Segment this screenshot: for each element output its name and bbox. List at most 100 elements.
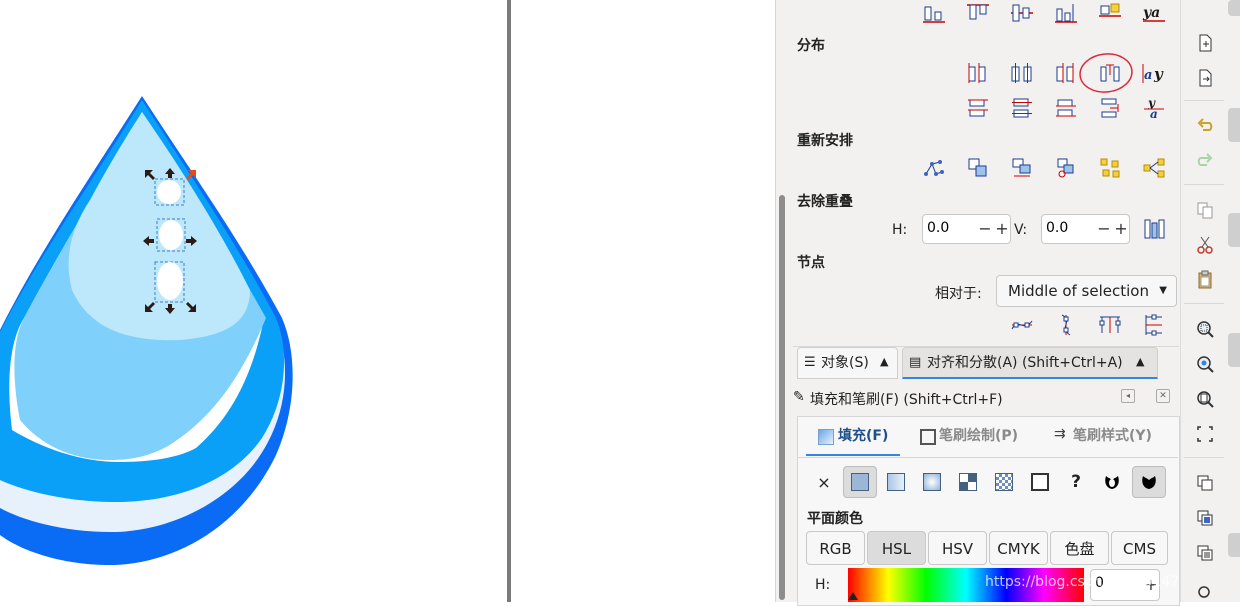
- no-paint-button[interactable]: ×: [807, 466, 841, 498]
- align-nodes-vertical-icon[interactable]: [1053, 312, 1079, 338]
- tab-objects-label: 对象(S): [821, 355, 869, 371]
- mesh-gradient-button[interactable]: [951, 466, 985, 498]
- paste-icon[interactable]: [1192, 267, 1218, 293]
- graph-layout-icon[interactable]: [921, 155, 947, 181]
- distribute-label: 分布: [797, 38, 825, 54]
- toolbar-edge-tab: [1228, 108, 1240, 142]
- toolbar-edge-tab: [1228, 0, 1240, 16]
- distribute-gaps-vertical-icon[interactable]: [1097, 95, 1123, 121]
- exchange-positions-icon[interactable]: [965, 155, 991, 181]
- rearrange-label: 重新安排: [797, 133, 853, 149]
- tab-stroke-paint[interactable]: 笔刷绘制(P): [939, 420, 1018, 452]
- stroke-paint-icon: [920, 429, 936, 445]
- relative-to-label: 相对于:: [935, 286, 982, 302]
- redo-icon[interactable]: [1192, 148, 1218, 174]
- panel-float-icon[interactable]: ◂: [1121, 389, 1135, 403]
- annotation-red-circle: [1079, 53, 1133, 93]
- fill-rule-evenodd-button[interactable]: [1095, 466, 1129, 498]
- overlap-h-decrement[interactable]: −: [978, 218, 992, 240]
- overlap-v-label: V:: [1014, 222, 1028, 238]
- clone-icon[interactable]: [1192, 505, 1218, 531]
- import-icon[interactable]: [1192, 30, 1218, 56]
- zoom-page-width-icon[interactable]: [1192, 421, 1218, 447]
- tab-fill[interactable]: 填充(F): [838, 420, 888, 452]
- align-bottom-icon[interactable]: [921, 0, 947, 26]
- export-icon[interactable]: [1192, 65, 1218, 91]
- canvas-page-border: [507, 0, 511, 602]
- overlap-h-increment[interactable]: +: [995, 218, 1009, 240]
- water-drop-drawing[interactable]: [0, 0, 510, 602]
- randomize-positions-icon[interactable]: [1097, 155, 1123, 181]
- toolbar-edge-tab: [1228, 333, 1240, 367]
- toolbar-separator: [1184, 457, 1224, 458]
- overlap-h-input[interactable]: [925, 219, 979, 237]
- objects-icon: ☰: [804, 355, 816, 370]
- nodes-label: 节点: [797, 255, 825, 271]
- swatch-button[interactable]: [1023, 466, 1057, 498]
- unlink-clone-icon[interactable]: [1192, 540, 1218, 566]
- svg-text:ya: ya: [1142, 5, 1160, 21]
- toolbar-edge-tab: [1228, 213, 1240, 247]
- distribute-text-baseline-icon[interactable]: ay: [1141, 60, 1167, 86]
- distribute-nodes-horizontal-icon[interactable]: [1097, 312, 1123, 338]
- zoom-selection-icon[interactable]: [1192, 316, 1218, 342]
- duplicate-icon[interactable]: [1192, 470, 1218, 496]
- chevron-up-icon: ▲: [1136, 355, 1145, 368]
- fill-rule-nonzero-button[interactable]: [1132, 466, 1166, 498]
- zoom-page-icon[interactable]: [1192, 386, 1218, 412]
- select-same-icon[interactable]: [1192, 580, 1218, 606]
- chevron-down-icon: ▼: [1159, 285, 1167, 296]
- linear-gradient-button[interactable]: [879, 466, 913, 498]
- distribute-left-edges-icon[interactable]: [965, 60, 991, 86]
- copy-icon[interactable]: [1192, 197, 1218, 223]
- mode-hsl-button[interactable]: HSL: [867, 531, 926, 565]
- unclump-icon[interactable]: [1141, 155, 1167, 181]
- align-top-anchor-icon[interactable]: [965, 0, 991, 26]
- unset-paint-button[interactable]: ?: [1059, 466, 1093, 498]
- overlap-v-increment[interactable]: +: [1114, 218, 1128, 240]
- fill-stroke-title-icon: ✎: [793, 389, 805, 405]
- distribute-centers-horizontal-icon[interactable]: [1009, 60, 1035, 86]
- radial-gradient-button[interactable]: [915, 466, 949, 498]
- exchange-z-order-icon[interactable]: [1009, 155, 1035, 181]
- close-icon[interactable]: ✕: [1156, 389, 1170, 403]
- flat-color-button[interactable]: [843, 466, 877, 498]
- exchange-clockwise-icon[interactable]: [1053, 155, 1079, 181]
- zoom-drawing-icon[interactable]: [1192, 351, 1218, 377]
- remove-overlap-label: 去除重叠: [797, 194, 853, 210]
- distribute-nodes-vertical-icon[interactable]: [1141, 312, 1167, 338]
- align-text-baseline-icon[interactable]: ya: [1141, 0, 1167, 26]
- distribute-bottom-edges-icon[interactable]: [1053, 95, 1079, 121]
- mode-color-wheel-button[interactable]: 色盘: [1050, 531, 1109, 565]
- mode-cmyk-button[interactable]: CMYK: [989, 531, 1048, 565]
- mode-cms-button[interactable]: CMS: [1111, 531, 1168, 565]
- dock-scrollbar[interactable]: [779, 195, 785, 600]
- hue-slider-thumb[interactable]: [848, 592, 858, 600]
- cut-icon[interactable]: [1192, 232, 1218, 258]
- pattern-button[interactable]: [987, 466, 1021, 498]
- align-top-icon[interactable]: [1097, 0, 1123, 26]
- remove-overlaps-icon[interactable]: [1141, 216, 1167, 242]
- overlap-v-input[interactable]: [1044, 219, 1098, 237]
- tab-fill-underline: [806, 454, 900, 456]
- relative-to-dropdown[interactable]: Middle of selection ▼: [996, 275, 1177, 307]
- mode-hsv-button[interactable]: HSV: [928, 531, 987, 565]
- drawing-canvas[interactable]: [0, 0, 775, 602]
- toolbar-separator: [1184, 303, 1224, 304]
- distribute-text-vertical-icon[interactable]: ya: [1141, 95, 1167, 121]
- toolbar-separator: [1184, 100, 1224, 101]
- tab-stroke-style[interactable]: 笔刷样式(Y): [1073, 420, 1152, 452]
- svg-text:a: a: [1144, 68, 1152, 83]
- align-baseline-icon[interactable]: [1053, 0, 1079, 26]
- align-nodes-horizontal-icon[interactable]: [1009, 312, 1035, 338]
- mode-rgb-button[interactable]: RGB: [806, 531, 865, 565]
- overlap-v-decrement[interactable]: −: [1097, 218, 1111, 240]
- overlap-h-field[interactable]: − +: [922, 214, 1011, 244]
- distribute-centers-vertical-icon[interactable]: [1009, 95, 1035, 121]
- overlap-v-field[interactable]: − +: [1041, 214, 1130, 244]
- align-center-horizontal-icon[interactable]: [1009, 0, 1035, 26]
- flat-color-label: 平面颜色: [807, 511, 863, 527]
- undo-icon[interactable]: [1192, 113, 1218, 139]
- distribute-top-edges-icon[interactable]: [965, 95, 991, 121]
- fill-tabs-divider: [798, 457, 1178, 458]
